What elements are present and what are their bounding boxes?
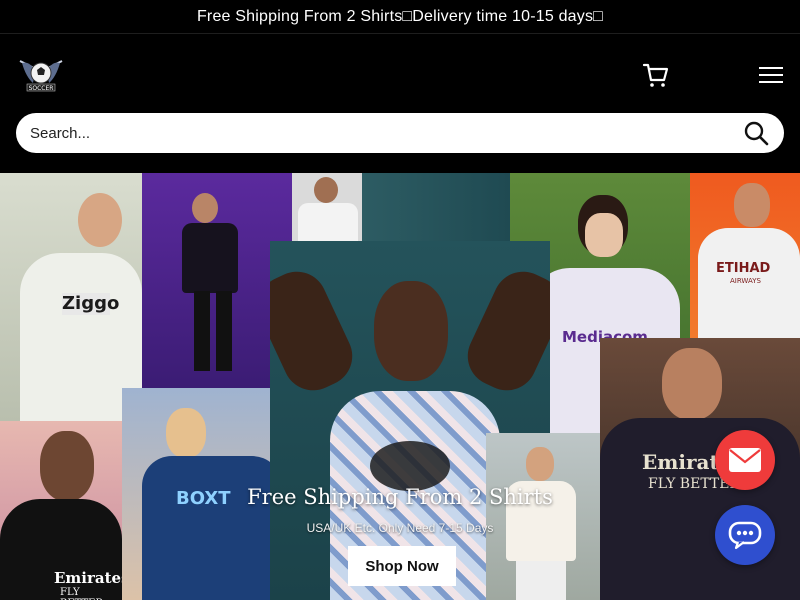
player-photo-benfica: Emirates FLY BETTER — [0, 421, 122, 600]
hero-title: Free Shipping From 2 Shirts — [247, 485, 553, 509]
site-logo[interactable]: SOCCER — [18, 53, 64, 95]
player-photo-mancity: ETIHAD AIRWAYS — [690, 173, 800, 338]
cart-button[interactable] — [642, 61, 670, 89]
chat-bubble-icon — [728, 521, 762, 550]
player-photo-roma — [486, 433, 612, 600]
shop-now-button[interactable]: Shop Now — [348, 546, 456, 586]
player-photo-ajax: Ziggo — [0, 173, 142, 421]
live-chat-button[interactable] — [715, 505, 775, 565]
announcement-bar: Free Shipping From 2 Shirts□Delivery tim… — [0, 0, 800, 34]
search-input[interactable] — [16, 124, 738, 142]
announcement-text: Free Shipping From 2 Shirts□Delivery tim… — [196, 7, 604, 25]
jersey-text-etihad: ETIHAD — [716, 261, 771, 276]
menu-button[interactable] — [758, 65, 784, 85]
jersey-text-emirates-left: Emirates — [54, 569, 122, 587]
email-contact-button[interactable] — [715, 430, 775, 490]
jersey-text-ziggo: Ziggo — [62, 293, 120, 315]
hero-subtitle: USA/UK Etc. Only Need 7-15 Days — [306, 521, 494, 535]
mail-icon — [729, 448, 761, 472]
jersey-text-emirates-left-sub: FLY BETTER — [60, 587, 103, 600]
logo-text: SOCCER — [29, 85, 54, 92]
jersey-text-etihad-sub: AIRWAYS — [730, 277, 761, 285]
search-icon — [744, 121, 769, 146]
hamburger-menu-icon — [759, 67, 783, 83]
search-button[interactable] — [738, 115, 774, 151]
cart-icon — [642, 63, 669, 87]
winged-soccer-ball-logo-icon: SOCCER — [19, 60, 63, 92]
hero-banner: Ziggo Mediacom ETIHAD AIRWAYS Emirates F… — [0, 173, 800, 600]
site-header: SOCCER — [0, 35, 800, 113]
search-bar — [16, 113, 784, 153]
